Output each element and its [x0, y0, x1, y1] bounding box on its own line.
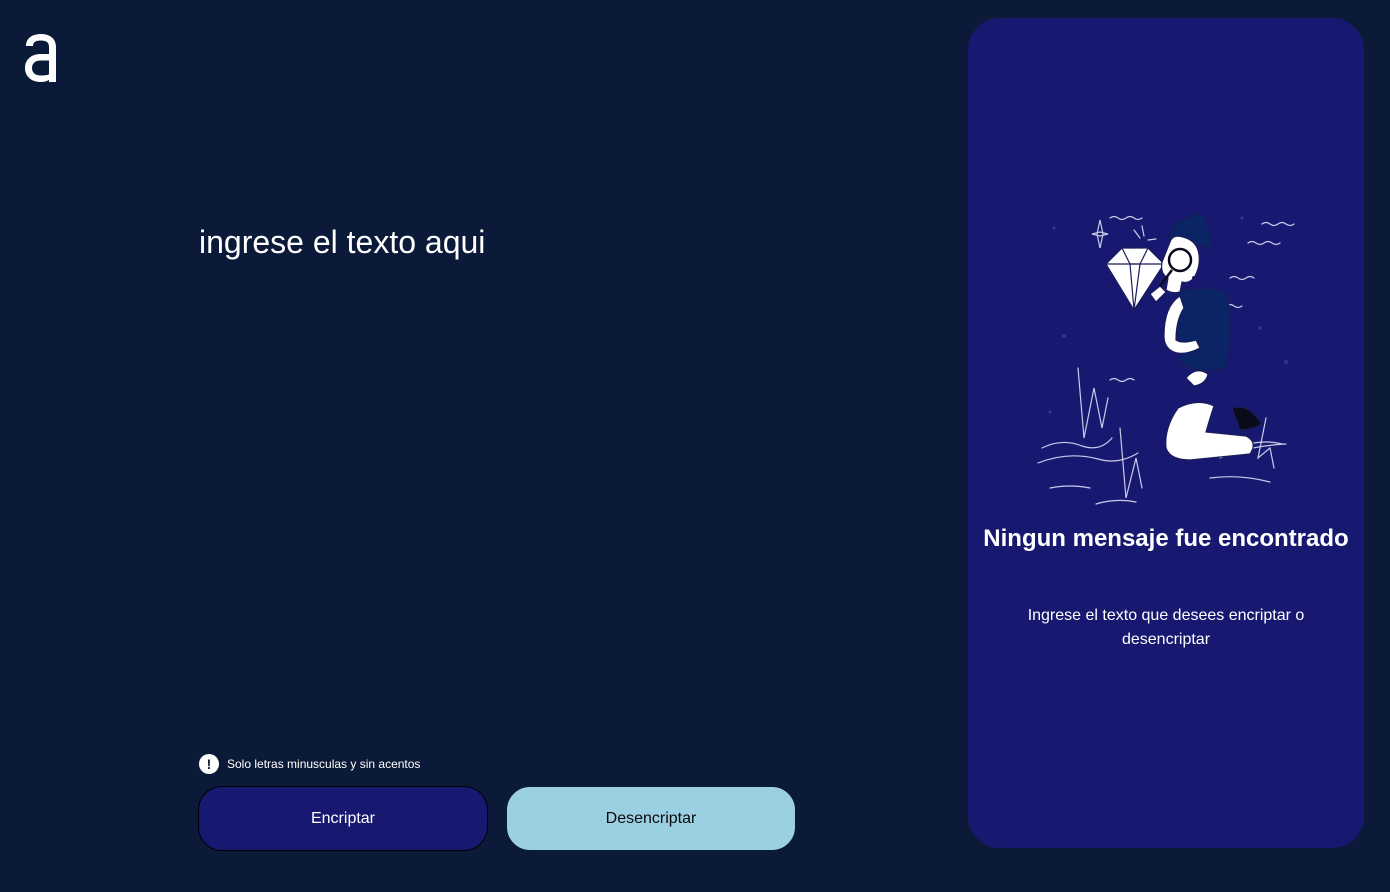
alura-a-logo-icon [25, 34, 56, 82]
encrypt-button[interactable]: Encriptar [198, 786, 488, 851]
output-panel: Ningun mensaje fue encontrado Ingrese el… [968, 18, 1364, 848]
decrypt-button[interactable]: Desencriptar [506, 786, 796, 851]
hint: ! Solo letras minusculas y sin acentos [199, 754, 420, 774]
message-input[interactable] [199, 220, 879, 720]
panel-title: Ningun mensaje fue encontrado [983, 525, 1349, 552]
page: ! Solo letras minusculas y sin acentos E… [0, 0, 1390, 892]
hint-text: Solo letras minusculas y sin acentos [227, 757, 421, 771]
panel-description: Ingrese el texto que desees encriptar o … [1027, 607, 1305, 648]
exclamation-circle-icon: ! [199, 754, 219, 774]
person-searching-illustration [1037, 212, 1295, 505]
